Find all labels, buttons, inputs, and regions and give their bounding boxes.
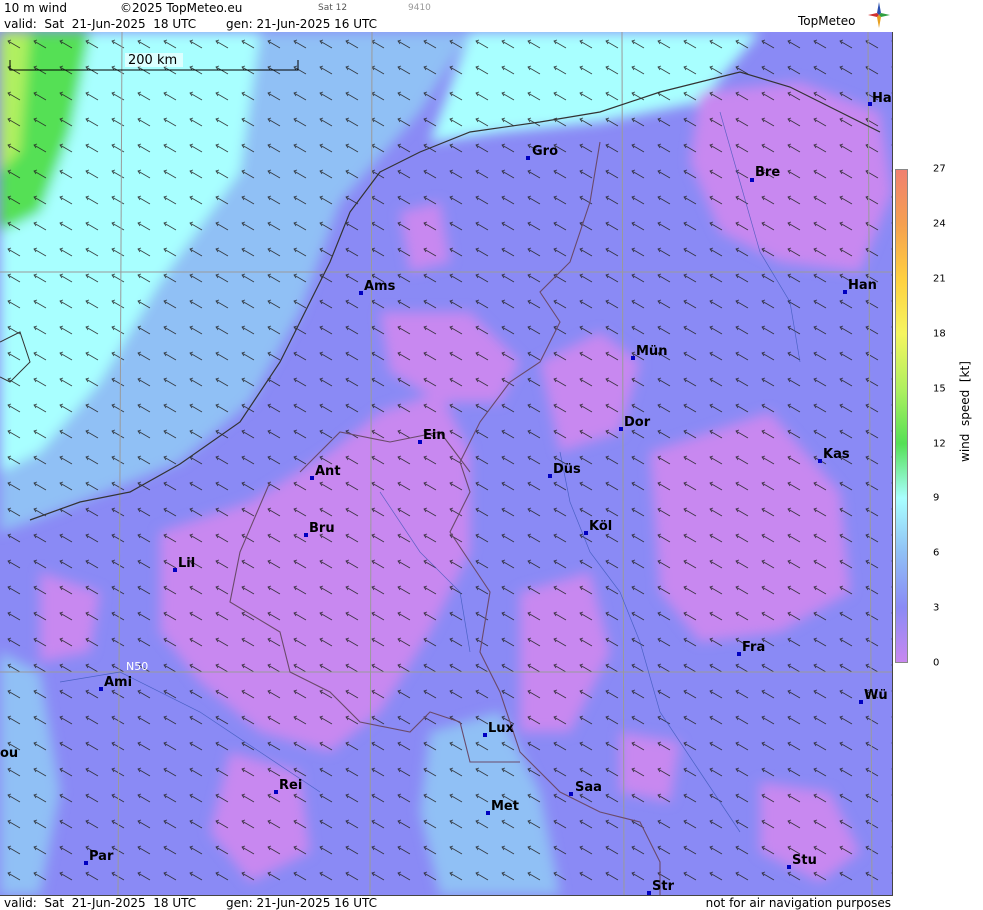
city-wu: Wü: [859, 688, 888, 704]
svg-text:Gro: Gro: [532, 144, 558, 159]
city-ou: ou: [0, 746, 18, 761]
svg-text:Düs: Düs: [553, 462, 581, 477]
svg-text:Dor: Dor: [624, 415, 651, 430]
svg-text:Ams: Ams: [364, 279, 396, 294]
city-rei: Rei: [274, 778, 302, 794]
city-ha: Ha: [868, 91, 892, 106]
lat-label: N50: [126, 660, 148, 673]
svg-text:Str: Str: [652, 879, 675, 894]
map-footer: valid: Sat 21-Jun-2025 18 UTC gen: 21-Ju…: [0, 895, 893, 910]
svg-text:Met: Met: [491, 799, 519, 814]
svg-text:Bru: Bru: [309, 521, 335, 536]
legend-tick: 24: [933, 218, 946, 230]
city-ams: Ams: [359, 279, 396, 295]
svg-text:Ein: Ein: [423, 428, 446, 443]
city-kas: Kas: [818, 447, 850, 463]
legend-tick: 12: [933, 438, 946, 450]
map-header: 10 m wind ©2025 TopMeteo.eu Sat 12 9410 …: [0, 0, 893, 33]
svg-text:Ami: Ami: [104, 675, 132, 690]
city-ein: Ein: [418, 428, 446, 444]
city-bru: Bru: [304, 521, 335, 537]
svg-text:Par: Par: [89, 849, 114, 864]
city-mun: Mün: [631, 344, 667, 360]
legend-title: wind speed [kt]: [958, 361, 972, 462]
city-dus: Düs: [548, 462, 581, 478]
legend-tick: 15: [933, 383, 946, 395]
svg-text:Ant: Ant: [315, 464, 341, 479]
city-kol: Köl: [584, 519, 612, 535]
legend-tick: 0: [933, 657, 940, 669]
footer-generated-time: gen: 21-Jun-2025 16 UTC: [226, 896, 378, 910]
svg-text:Köl: Köl: [589, 519, 612, 534]
wind-map[interactable]: 200 km N50 Ha Gro Bre Ams Han Mün Ein Do…: [0, 32, 893, 895]
city-han: Han: [843, 278, 877, 294]
city-fra: Fra: [737, 640, 765, 656]
copyright: ©2025 TopMeteo.eu: [120, 1, 243, 15]
svg-text:Wü: Wü: [864, 688, 888, 703]
valid-time: valid: Sat 21-Jun-2025 18 UTC: [4, 17, 197, 31]
svg-text:Kas: Kas: [823, 447, 850, 462]
city-ami: Ami: [99, 675, 132, 691]
svg-text:Stu: Stu: [792, 853, 817, 868]
svg-text:Rei: Rei: [279, 778, 302, 793]
legend-tick: 9: [933, 492, 940, 504]
svg-text:Mün: Mün: [636, 344, 667, 359]
svg-text:Saa: Saa: [575, 780, 602, 795]
legend-tick: 18: [933, 328, 946, 340]
svg-text:Ha: Ha: [872, 91, 892, 106]
satellite-label: Sat 12: [318, 3, 348, 13]
svg-text:Bre: Bre: [755, 165, 780, 180]
compass-logo-icon: [868, 2, 890, 28]
city-lux: Lux: [483, 721, 515, 737]
city-str: Str: [647, 879, 675, 895]
svg-text:Lil: Lil: [178, 556, 195, 571]
svg-text:Fra: Fra: [742, 640, 765, 655]
product-title: 10 m wind: [4, 1, 67, 15]
city-par: Par: [84, 849, 114, 865]
code-label: 9410: [408, 3, 431, 13]
footer-valid-time: valid: Sat 21-Jun-2025 18 UTC: [4, 896, 197, 910]
footer-disclaimer: not for air navigation purposes: [705, 896, 891, 910]
city-met: Met: [486, 799, 519, 815]
legend-tick: 21: [933, 273, 946, 285]
brand-logo: TopMeteo: [798, 14, 856, 28]
city-stu: Stu: [787, 853, 817, 869]
legend-tick: 3: [933, 602, 940, 614]
legend-tick: 27: [933, 163, 946, 175]
legend-tick: 6: [933, 547, 940, 559]
svg-text:ou: ou: [0, 746, 18, 761]
legend-color-bar: [895, 169, 908, 663]
wind-arrows: [0, 32, 892, 895]
city-ant: Ant: [310, 464, 341, 480]
scale-label: 200 km: [128, 53, 177, 68]
city-bre: Bre: [750, 165, 780, 182]
svg-text:Lux: Lux: [488, 721, 515, 736]
generated-time: gen: 21-Jun-2025 16 UTC: [226, 17, 378, 31]
svg-text:Han: Han: [848, 278, 877, 293]
city-dor: Dor: [619, 415, 651, 431]
wind-map-canvas: 200 km N50 Ha Gro Bre Ams Han Mün Ein Do…: [0, 32, 892, 895]
